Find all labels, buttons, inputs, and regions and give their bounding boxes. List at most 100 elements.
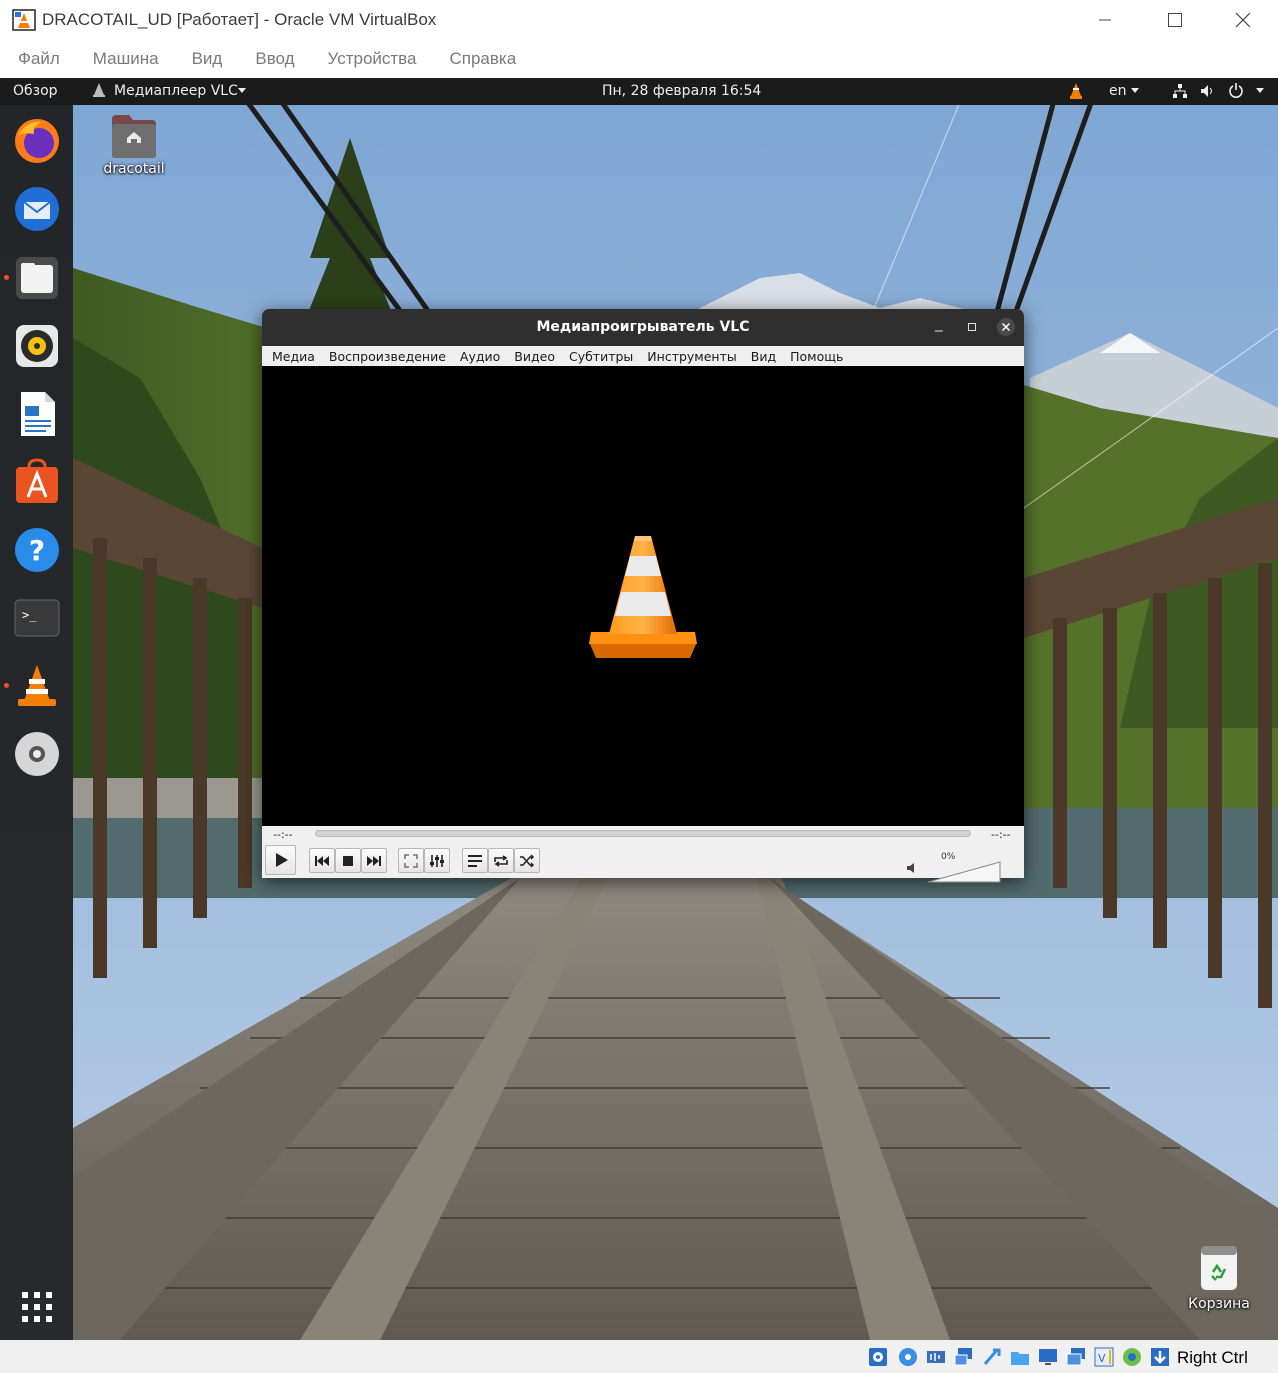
terminal-icon[interactable]: >_ [12, 593, 62, 643]
keyboard-layout[interactable]: en [1109, 83, 1127, 99]
activities-button[interactable]: Обзор [13, 83, 58, 99]
svg-text:?: ? [29, 534, 45, 567]
vlc-menu-video[interactable]: Видео [514, 349, 555, 364]
app-menu-icon [92, 82, 106, 102]
vlc-menu-subtitles[interactable]: Субтитры [569, 349, 633, 364]
menu-view[interactable]: Вид [192, 49, 223, 69]
help-icon[interactable]: ? [12, 525, 62, 575]
vlc-tray-icon[interactable] [1068, 82, 1084, 104]
vlc-running-indicator [4, 683, 9, 688]
vlc-cone-logo-icon [589, 536, 697, 658]
previous-icon [315, 855, 329, 866]
vlc-maximize-icon[interactable] [967, 322, 977, 332]
menu-input[interactable]: Ввод [255, 49, 294, 69]
close-icon [1235, 12, 1251, 28]
close-button[interactable] [1208, 0, 1278, 40]
previous-button[interactable] [309, 848, 335, 873]
fullscreen-button[interactable] [398, 848, 424, 873]
vlc-menu-help[interactable]: Помощь [790, 349, 843, 364]
optical-drive-icon[interactable] [897, 1346, 919, 1368]
hard-disk-icon[interactable] [867, 1346, 889, 1368]
clock[interactable]: Пн, 28 февраля 16:54 [602, 83, 761, 99]
total-time: --:-- [991, 828, 1011, 841]
libreoffice-writer-icon[interactable] [12, 389, 62, 439]
display-icon[interactable] [1037, 1346, 1059, 1368]
video-capture-icon[interactable] [1065, 1346, 1087, 1368]
dock: ? >_ [0, 105, 73, 1340]
firefox-icon[interactable] [12, 116, 62, 166]
shared-folders-icon[interactable] [1009, 1346, 1031, 1368]
network-adapter-icon[interactable] [953, 1346, 975, 1368]
app-menu-chevron-down-icon [237, 82, 247, 102]
menu-help[interactable]: Справка [449, 49, 516, 69]
vlc-minimize-icon[interactable] [934, 323, 944, 333]
virtualbox-app-icon [12, 9, 36, 31]
vlc-icon[interactable] [12, 661, 62, 711]
maximize-icon [1168, 13, 1182, 27]
thunderbird-icon[interactable] [12, 184, 62, 234]
elapsed-time: --:-- [273, 828, 293, 841]
svg-text:V: V [1098, 1352, 1106, 1365]
next-icon [367, 855, 381, 866]
playlist-button[interactable] [462, 848, 488, 873]
home-folder-label: dracotail [103, 161, 165, 177]
host-key-label: Right Ctrl [1177, 1348, 1248, 1367]
trash-icon [1201, 1246, 1237, 1290]
svg-text:>_: >_ [22, 608, 37, 622]
next-button[interactable] [361, 848, 387, 873]
minimize-icon [1099, 19, 1111, 21]
mute-speaker-icon[interactable] [906, 862, 918, 874]
app-menu[interactable]: Медиаплеер VLC [114, 83, 238, 99]
vlc-menu-media[interactable]: Медиа [272, 349, 315, 364]
loop-icon [494, 854, 508, 867]
volume-slider[interactable] [926, 860, 1002, 884]
vt-x-icon[interactable]: V [1093, 1346, 1115, 1368]
vbox-menubar: Файл Машина Вид Ввод Устройства Справка [0, 40, 1278, 78]
vlc-menu-playback[interactable]: Воспроизведение [329, 349, 446, 364]
play-icon [275, 853, 288, 867]
vlc-window-title: Медиапроигрыватель VLC [536, 319, 750, 335]
rhythmbox-icon[interactable] [12, 321, 62, 371]
equalizer-icon [430, 854, 444, 867]
vlc-controls: --:-- --:-- 0% [262, 826, 1024, 883]
menu-file[interactable]: Файл [18, 49, 60, 69]
network-icon[interactable] [1172, 83, 1188, 103]
show-applications-grid-icon[interactable] [12, 1282, 62, 1332]
gnome-topbar: Обзор Медиаплеер VLC Пн, 28 февраля 16:5… [0, 78, 1278, 105]
stop-button[interactable] [335, 848, 361, 873]
disc-icon[interactable] [12, 729, 62, 779]
loop-button[interactable] [488, 848, 514, 873]
vbox-titlebar: DRACOTAIL_UD [Работает] - Oracle VM Virt… [0, 0, 1278, 40]
extended-settings-button[interactable] [424, 848, 450, 873]
window-title: DRACOTAIL_UD [Работает] - Oracle VM Virt… [42, 10, 437, 29]
menu-machine[interactable]: Машина [93, 49, 159, 69]
vlc-menu-view[interactable]: Вид [751, 349, 776, 364]
vlc-menu-tools[interactable]: Инструменты [647, 349, 736, 364]
vlc-video-area[interactable] [262, 366, 1024, 826]
guest-screen[interactable]: Обзор Медиаплеер VLC Пн, 28 февраля 16:5… [0, 78, 1278, 1340]
mouse-integration-icon[interactable] [1149, 1346, 1171, 1368]
volume-icon[interactable] [1200, 83, 1216, 103]
minimize-button[interactable] [1070, 0, 1140, 40]
vlc-menu-audio[interactable]: Аудио [460, 349, 500, 364]
trash-desktop-icon[interactable]: Корзина [1183, 1244, 1255, 1312]
ubuntu-software-icon[interactable] [12, 457, 62, 507]
vlc-close-icon[interactable] [996, 317, 1016, 337]
usb-icon[interactable] [981, 1346, 1003, 1368]
files-icon[interactable] [12, 253, 62, 303]
home-folder-desktop-icon[interactable]: dracotail [98, 113, 170, 177]
play-button[interactable] [265, 845, 296, 875]
menu-devices[interactable]: Устройства [328, 49, 417, 69]
power-icon[interactable] [1228, 82, 1244, 102]
fullscreen-icon [404, 853, 418, 868]
maximize-button[interactable] [1140, 0, 1210, 40]
guest-additions-icon[interactable] [1121, 1346, 1143, 1368]
shuffle-button[interactable] [514, 848, 540, 873]
layout-chevron-down-icon [1130, 82, 1140, 102]
vlc-window: Медиапроигрыватель VLC Медиа Воспроизвед… [262, 309, 1024, 883]
audio-icon[interactable] [925, 1346, 947, 1368]
seek-slider[interactable] [315, 830, 971, 837]
playlist-icon [468, 854, 482, 867]
vlc-titlebar[interactable]: Медиапроигрыватель VLC [262, 309, 1024, 346]
files-running-indicator [4, 275, 9, 280]
